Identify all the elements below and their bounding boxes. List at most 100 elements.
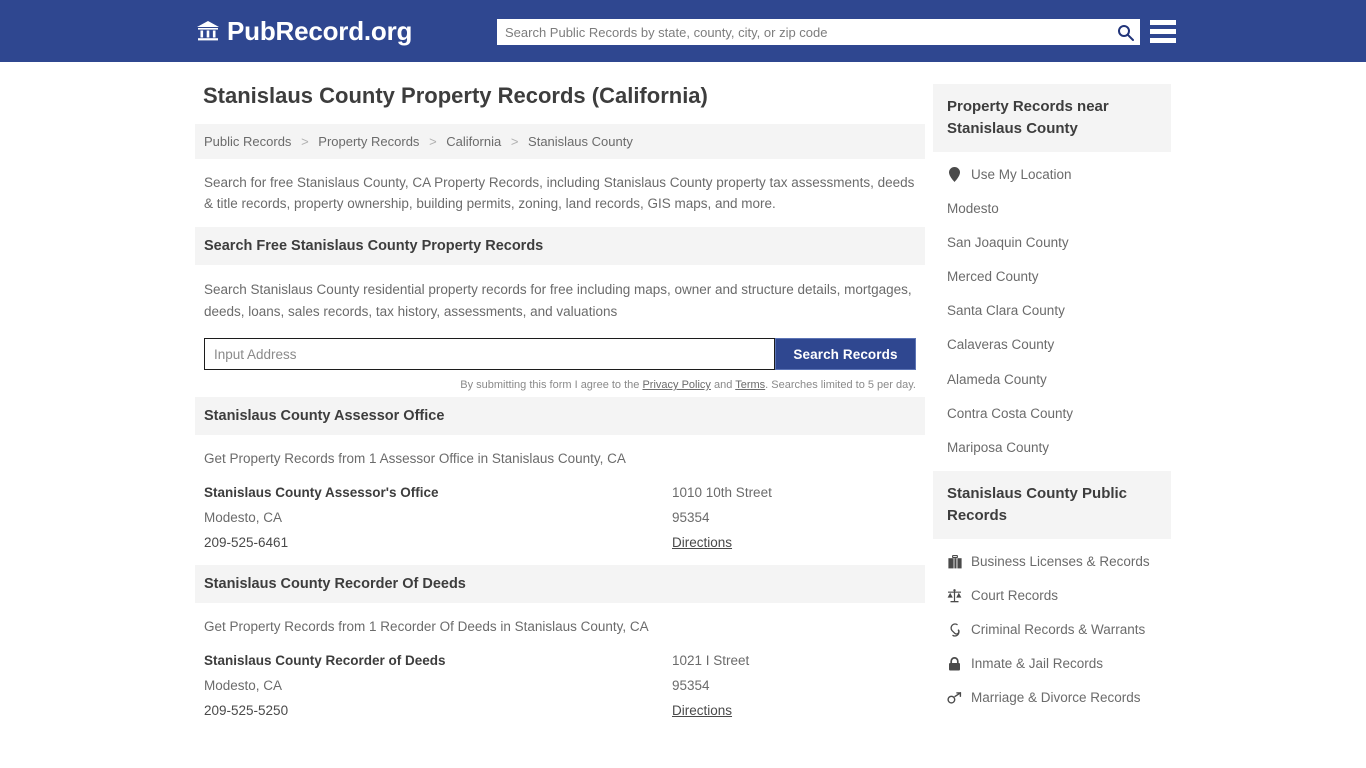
office-row: Stanislaus County Assessor's Office Mode… <box>204 475 916 559</box>
recorder-section-body: Get Property Records from 1 Recorder Of … <box>195 603 925 733</box>
search-icon[interactable] <box>1110 19 1140 45</box>
assessor-section-body: Get Property Records from 1 Assessor Off… <box>195 435 925 565</box>
recorder-section-heading: Stanislaus County Recorder Of Deeds <box>195 565 925 604</box>
search-section-heading: Search Free Stanislaus County Property R… <box>195 227 925 266</box>
privacy-policy-link[interactable]: Privacy Policy <box>642 379 710 391</box>
site-header: PubRecord.org <box>0 0 1366 62</box>
list-item: Inmate & Jail Records <box>933 647 1171 681</box>
list-item: Calaveras County <box>933 328 1171 362</box>
list-item: Mariposa County <box>933 431 1171 465</box>
lock-icon <box>947 657 962 672</box>
terms-link[interactable]: Terms <box>735 379 765 391</box>
breadcrumb-item-property-records[interactable]: Property Records <box>318 134 419 149</box>
search-section-body: Search Stanislaus County residential pro… <box>195 265 925 397</box>
office-left-column: Stanislaus County Recorder of Deeds Mode… <box>204 649 672 723</box>
breadcrumb-item-stanislaus-county[interactable]: Stanislaus County <box>528 134 633 149</box>
site-logo[interactable]: PubRecord.org <box>195 18 412 44</box>
sidebar-item-merced-county[interactable]: Merced County <box>933 260 1171 294</box>
nearby-records-heading: Property Records near Stanislaus County <box>933 84 1171 152</box>
site-logo-text: PubRecord.org <box>227 16 413 46</box>
office-phone: 209-525-5250 <box>204 702 289 718</box>
list-item: San Joaquin County <box>933 226 1171 260</box>
list-item: Marriage & Divorce Records <box>933 681 1171 715</box>
hamburger-bar <box>1150 19 1176 25</box>
office-city-state: Modesto, CA <box>204 677 283 693</box>
main-content: Stanislaus County Property Records (Cali… <box>195 62 925 733</box>
sidebar-item-san-joaquin-county[interactable]: San Joaquin County <box>933 226 1171 260</box>
bank-building-icon <box>195 18 221 44</box>
map-pin-icon <box>947 167 962 183</box>
assessor-section-description: Get Property Records from 1 Assessor Off… <box>204 451 626 467</box>
public-records-card: Stanislaus County Public Records Busines… <box>933 471 1171 715</box>
form-disclaimer: By submitting this form I agree to the P… <box>204 379 916 391</box>
breadcrumb-item-california[interactable]: California <box>446 134 501 149</box>
office-street: 1010 10th Street <box>672 485 772 501</box>
header-search-bar <box>497 19 1140 45</box>
sidebar-item-label: Alameda County <box>947 371 1047 387</box>
public-records-list: Business Licenses & Records Court Record… <box>933 539 1171 716</box>
list-item: Santa Clara County <box>933 294 1171 328</box>
sidebar-item-criminal-records[interactable]: Criminal Records & Warrants <box>933 613 1171 647</box>
list-item: Criminal Records & Warrants <box>933 613 1171 647</box>
address-search-form: Search Records <box>204 338 916 371</box>
sidebar-item-label: Marriage & Divorce Records <box>971 690 1141 706</box>
public-records-heading: Stanislaus County Public Records <box>933 471 1171 539</box>
list-item: Use My Location <box>933 158 1171 192</box>
nearby-records-list: Use My Location Modesto San Joaquin Coun… <box>933 152 1171 466</box>
list-item: Merced County <box>933 260 1171 294</box>
office-zip: 95354 <box>672 510 710 526</box>
sidebar-item-label: Merced County <box>947 269 1039 285</box>
sidebar-item-court-records[interactable]: Court Records <box>933 579 1171 613</box>
sidebar-item-alameda-county[interactable]: Alameda County <box>933 363 1171 397</box>
sidebar-item-modesto[interactable]: Modesto <box>933 192 1171 226</box>
sidebar-item-label: Inmate & Jail Records <box>971 656 1104 672</box>
briefcase-icon <box>947 554 962 569</box>
office-phone: 209-525-6461 <box>204 534 289 550</box>
sidebar-item-santa-clara-county[interactable]: Santa Clara County <box>933 294 1171 328</box>
office-street: 1021 I Street <box>672 653 750 669</box>
sidebar: Property Records near Stanislaus County … <box>933 62 1171 733</box>
list-item: Court Records <box>933 579 1171 613</box>
search-input[interactable] <box>497 20 1110 44</box>
breadcrumb: Public Records > Property Records > Cali… <box>195 124 925 160</box>
breadcrumb-separator: > <box>429 134 437 150</box>
sidebar-item-marriage-divorce-records[interactable]: Marriage & Divorce Records <box>933 681 1171 715</box>
sidebar-item-label: Contra Costa County <box>947 405 1074 421</box>
address-input[interactable] <box>204 338 775 371</box>
sidebar-item-contra-costa-county[interactable]: Contra Costa County <box>933 397 1171 431</box>
breadcrumb-separator: > <box>510 134 519 150</box>
sidebar-item-label: Calaveras County <box>947 337 1055 353</box>
disclaimer-and: and <box>710 379 736 392</box>
office-directions-link[interactable]: Directions <box>672 703 732 718</box>
sidebar-item-label: San Joaquin County <box>947 234 1069 250</box>
sidebar-item-label: Mariposa County <box>947 440 1050 455</box>
nearby-records-card: Property Records near Stanislaus County … <box>933 84 1171 465</box>
intro-paragraph: Search for free Stanislaus County, CA Pr… <box>204 175 915 212</box>
sidebar-item-label: Use My Location <box>971 166 1072 182</box>
sidebar-item-label: Modesto <box>947 200 999 216</box>
breadcrumb-item-public-records[interactable]: Public Records <box>204 134 291 149</box>
recorder-section-description: Get Property Records from 1 Recorder Of … <box>204 619 649 635</box>
sidebar-item-inmate-jail-records[interactable]: Inmate & Jail Records <box>933 647 1171 681</box>
office-zip: 95354 <box>672 677 710 693</box>
page-title: Stanislaus County Property Records (Cali… <box>203 83 708 108</box>
hamburger-menu-icon[interactable] <box>1150 17 1176 45</box>
breadcrumb-separator: > <box>301 134 309 150</box>
page-body: Stanislaus County Property Records (Cali… <box>0 62 1366 733</box>
gender-symbols-icon <box>947 691 962 706</box>
office-name: Stanislaus County Assessor's Office <box>204 485 439 501</box>
sidebar-item-calaveras-county[interactable]: Calaveras County <box>933 328 1171 362</box>
office-directions-link[interactable]: Directions <box>672 535 732 550</box>
sidebar-item-mariposa-county[interactable]: Mariposa County <box>933 431 1171 465</box>
search-records-button[interactable]: Search Records <box>775 338 916 371</box>
sidebar-item-business-licenses[interactable]: Business Licenses & Records <box>933 545 1171 579</box>
hamburger-bar <box>1150 28 1176 34</box>
office-right-column: 1021 I Street 95354 Directions <box>672 649 916 723</box>
sidebar-item-label: Business Licenses & Records <box>971 553 1150 569</box>
office-name: Stanislaus County Recorder of Deeds <box>204 653 446 669</box>
sidebar-item-use-my-location[interactable]: Use My Location <box>933 158 1171 192</box>
office-left-column: Stanislaus County Assessor's Office Mode… <box>204 481 672 555</box>
list-item: Business Licenses & Records <box>933 545 1171 579</box>
disclaimer-prefix: By submitting this form I agree to the <box>460 379 643 392</box>
disclaimer-suffix: . Searches limited to 5 per day. <box>765 379 916 392</box>
